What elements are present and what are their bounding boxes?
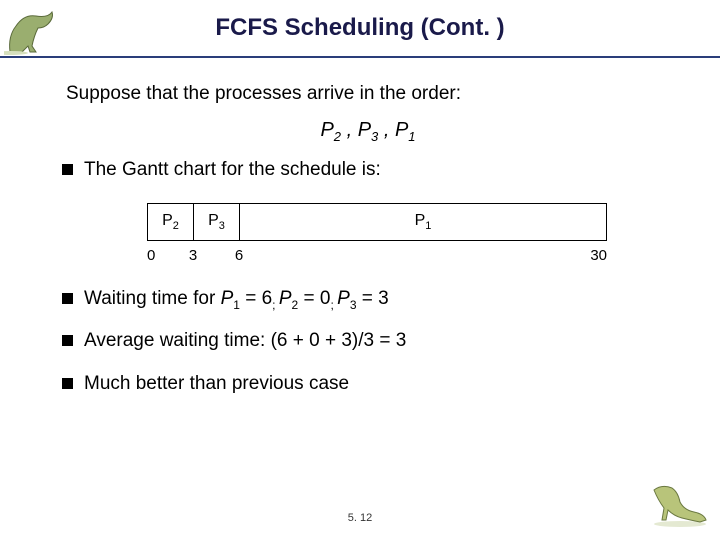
gantt-seg-p1: P1 [239, 204, 607, 240]
page-title: FCFS Scheduling (Cont. ) [0, 0, 720, 42]
list-item: Average waiting time: (6 + 0 + 3)/3 = 3 [56, 327, 670, 356]
bullet-list: The Gantt chart for the schedule is: P2 … [56, 156, 670, 398]
dinosaur-right-icon [650, 480, 710, 528]
list-item: Much better than previous case [56, 370, 670, 399]
list-item: The Gantt chart for the schedule is: P2 … [56, 156, 670, 263]
gantt-bar: P2 P3 P1 [147, 203, 607, 241]
slide-content: Suppose that the processes arrive in the… [0, 58, 720, 398]
tick-6: 6 [235, 245, 243, 268]
gantt-seg-p3: P3 [193, 204, 239, 240]
dinosaur-left-icon [4, 6, 58, 56]
gantt-seg-p2: P2 [147, 204, 193, 240]
tick-0: 0 [147, 245, 155, 268]
slide-number: 5. 12 [348, 512, 372, 524]
process-order: P2 , P3 , P1 [66, 115, 670, 147]
list-item: Waiting time for P1 = 6; P2 = 0; P3 = 3 [56, 285, 670, 314]
tick-3: 3 [189, 245, 197, 268]
gantt-ticks: 0 3 6 30 [147, 241, 607, 263]
tick-30: 30 [590, 245, 607, 268]
intro-text: Suppose that the processes arrive in the… [66, 80, 670, 109]
slide-header: FCFS Scheduling (Cont. ) [0, 0, 720, 58]
gantt-chart: P2 P3 P1 0 3 6 30 [147, 203, 607, 263]
